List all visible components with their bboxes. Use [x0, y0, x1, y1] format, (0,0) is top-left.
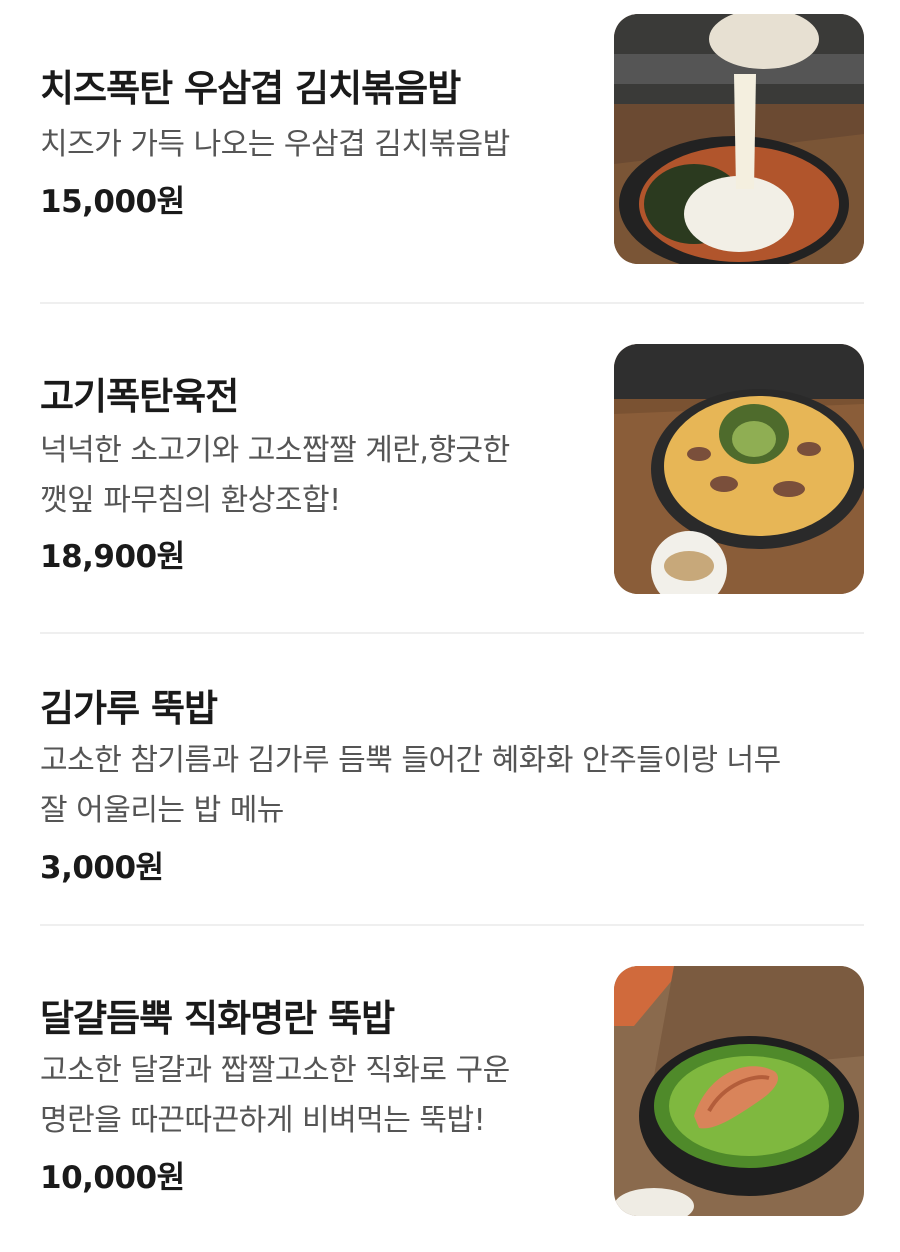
menu-item[interactable]: 치즈폭탄 우삼겹 김치볶음밥 치즈가 가득 나오는 우삼겹 김치볶음밥 15,0…	[40, 0, 864, 304]
menu-item-name: 김가루 뚝밥	[40, 687, 218, 730]
menu-item-price: 3,000원	[40, 850, 164, 886]
menu-item-description-line: 넉넉한 소고기와 고소짭짤 계란,향긋한	[40, 433, 510, 468]
menu-item[interactable]: 고기폭탄육전 넉넉한 소고기와 고소짭짤 계란,향긋한 깻잎 파무침의 환상조합…	[40, 304, 864, 634]
menu-item-description-line: 치즈가 가득 나오는 우삼겹 김치볶음밥	[40, 127, 510, 162]
menu-item-name: 달걀듬뿍 직화명란 뚝밥	[40, 997, 395, 1040]
menu-item-description-line: 깻잎 파무침의 환상조합!	[40, 483, 341, 518]
menu-item-name: 고기폭탄육전	[40, 375, 239, 418]
menu-item-price: 10,000원	[40, 1160, 185, 1196]
menu-item-name: 치즈폭탄 우삼겹 김치볶음밥	[40, 67, 461, 110]
menu-item-description: 넉넉한 소고기와 고소짭짤 계란,향긋한 깻잎 파무침의 환상조합!	[40, 426, 510, 526]
menu-item[interactable]: 달걀듬뿍 직화명란 뚝밥 고소한 달걀과 짭짤고소한 직화로 구운 명란을 따끈…	[40, 926, 864, 1252]
menu-item-description-line: 잘 어울리는 밥 메뉴	[40, 793, 284, 828]
beef-pancake-photo	[614, 344, 864, 594]
menu-item[interactable]: 김가루 뚝밥 고소한 참기름과 김가루 듬뿍 들어간 혜화화 안주들이랑 너무 …	[40, 634, 864, 924]
menu-item-description-line: 명란을 따끈따끈하게 비벼먹는 뚝밥!	[40, 1103, 486, 1138]
menu-item-description: 치즈가 가득 나오는 우삼겹 김치볶음밥	[40, 120, 510, 170]
menu-item-description: 고소한 달걀과 짭짤고소한 직화로 구운 명란을 따끈따끈하게 비벼먹는 뚝밥!	[40, 1046, 510, 1146]
menu-item-price: 15,000원	[40, 184, 185, 220]
menu-item-description-line: 고소한 참기름과 김가루 듬뿍 들어간 혜화화 안주들이랑 너무	[40, 743, 781, 778]
kimchi-fried-rice-cheese-photo	[614, 14, 864, 264]
menu-item-description-line: 고소한 달걀과 짭짤고소한 직화로 구운	[40, 1053, 510, 1088]
pollock-roe-rice-pot-photo	[614, 966, 864, 1216]
menu-item-price: 18,900원	[40, 539, 185, 575]
menu-item-description: 고소한 참기름과 김가루 듬뿍 들어간 혜화화 안주들이랑 너무 잘 어울리는 …	[40, 736, 864, 836]
